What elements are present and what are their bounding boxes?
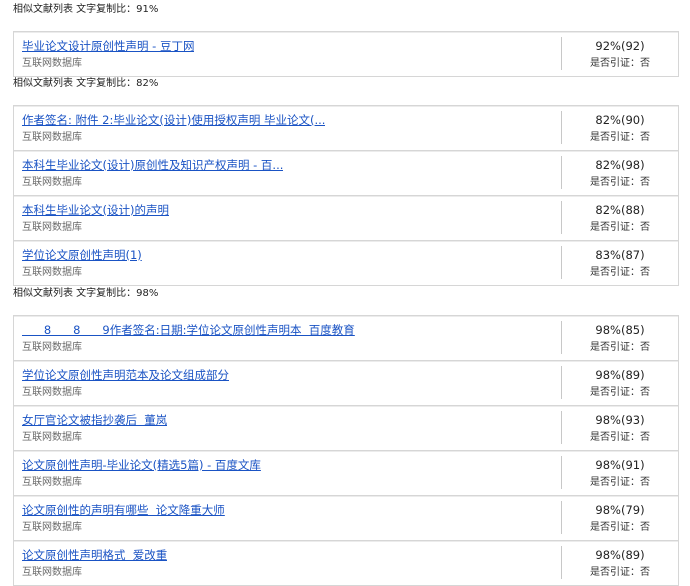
similarity-score: 82%(90): [595, 113, 645, 127]
similarity-score: 92%(92): [595, 39, 645, 53]
doc-title-link[interactable]: 论文原创性的声明有哪些 论文降重大师: [22, 502, 225, 518]
similar-docs-list: 作者签名: 附件 2:毕业论文(设计)使用授权声明 毕业论文(... 互联网数据…: [13, 105, 679, 286]
doc-source: 互联网数据库: [22, 477, 82, 488]
column-divider: [561, 501, 562, 534]
similar-docs-heading: 相似文献列表 文字复制比：82%: [13, 78, 159, 89]
citation-status: 是否引证：否: [590, 222, 650, 233]
similarity-score: 98%(79): [595, 503, 645, 517]
doc-title-link[interactable]: 毕业论文设计原创性声明 - 豆丁网: [22, 38, 194, 54]
column-divider: [561, 156, 562, 189]
column-divider: [561, 111, 562, 144]
list-item: 女厅官论文被指抄袭后 董岚 互联网数据库 98%(93) 是否引证：否: [13, 406, 679, 451]
doc-title-link[interactable]: 女厅官论文被指抄袭后 董岚: [22, 412, 167, 428]
citation-status: 是否引证：否: [590, 477, 650, 488]
doc-source: 互联网数据库: [22, 58, 82, 69]
citation-status: 是否引证：否: [590, 387, 650, 398]
doc-source: 互联网数据库: [22, 342, 82, 353]
similarity-score: 98%(91): [595, 458, 645, 472]
doc-title-link[interactable]: 论文原创性声明-毕业论文(精选5篇) - 百度文库: [22, 457, 261, 473]
column-divider: [561, 37, 562, 70]
doc-source: 互联网数据库: [22, 267, 82, 278]
citation-status: 是否引证：否: [590, 522, 650, 533]
doc-source: 互联网数据库: [22, 432, 82, 443]
citation-status: 是否引证：否: [590, 58, 650, 69]
column-divider: [561, 546, 562, 579]
citation-status: 是否引证：否: [590, 567, 650, 578]
list-item: 学位论文原创性声明(1) 互联网数据库 83%(87) 是否引证：否: [13, 241, 679, 286]
similarity-score: 82%(88): [595, 203, 645, 217]
list-item: 毕业论文设计原创性声明 - 豆丁网 互联网数据库 92%(92) 是否引证：否: [13, 32, 679, 77]
similarity-score: 82%(98): [595, 158, 645, 172]
doc-source: 互联网数据库: [22, 387, 82, 398]
column-divider: [561, 246, 562, 279]
citation-status: 是否引证：否: [590, 432, 650, 443]
similar-docs-list: 8 8 9作者签名:日期:学位论文原创性声明本 百度教育 互联网数据库 98%(…: [13, 315, 679, 586]
column-divider: [561, 366, 562, 399]
similarity-score: 98%(89): [595, 548, 645, 562]
column-divider: [561, 456, 562, 489]
similarity-score: 98%(85): [595, 323, 645, 337]
doc-title-link[interactable]: 8 8 9作者签名:日期:学位论文原创性声明本 百度教育: [22, 322, 355, 338]
list-item: 8 8 9作者签名:日期:学位论文原创性声明本 百度教育 互联网数据库 98%(…: [13, 316, 679, 361]
similarity-score: 98%(89): [595, 368, 645, 382]
citation-status: 是否引证：否: [590, 132, 650, 143]
doc-title-link[interactable]: 本科生毕业论文(设计)的声明: [22, 202, 169, 218]
similar-docs-heading: 相似文献列表 文字复制比：91%: [13, 4, 159, 15]
similarity-score: 83%(87): [595, 248, 645, 262]
column-divider: [561, 321, 562, 354]
citation-status: 是否引证：否: [590, 342, 650, 353]
doc-title-link[interactable]: 作者签名: 附件 2:毕业论文(设计)使用授权声明 毕业论文(...: [22, 112, 325, 128]
citation-status: 是否引证：否: [590, 267, 650, 278]
doc-source: 互联网数据库: [22, 222, 82, 233]
list-item: 作者签名: 附件 2:毕业论文(设计)使用授权声明 毕业论文(... 互联网数据…: [13, 106, 679, 151]
list-item: 本科生毕业论文(设计)的声明 互联网数据库 82%(88) 是否引证：否: [13, 196, 679, 241]
similar-docs-list: 毕业论文设计原创性声明 - 豆丁网 互联网数据库 92%(92) 是否引证：否: [13, 31, 679, 77]
citation-status: 是否引证：否: [590, 177, 650, 188]
doc-source: 互联网数据库: [22, 177, 82, 188]
list-item: 学位论文原创性声明范本及论文组成部分 互联网数据库 98%(89) 是否引证：否: [13, 361, 679, 406]
column-divider: [561, 201, 562, 234]
doc-title-link[interactable]: 论文原创性声明格式 爱改重: [22, 547, 167, 563]
similarity-score: 98%(93): [595, 413, 645, 427]
doc-source: 互联网数据库: [22, 132, 82, 143]
list-item: 论文原创性声明-毕业论文(精选5篇) - 百度文库 互联网数据库 98%(91)…: [13, 451, 679, 496]
list-item: 本科生毕业论文(设计)原创性及知识产权声明 - 百... 互联网数据库 82%(…: [13, 151, 679, 196]
similar-docs-heading: 相似文献列表 文字复制比：98%: [13, 288, 159, 299]
list-item: 论文原创性声明格式 爱改重 互联网数据库 98%(89) 是否引证：否: [13, 541, 679, 586]
doc-title-link[interactable]: 学位论文原创性声明范本及论文组成部分: [22, 367, 229, 383]
column-divider: [561, 411, 562, 444]
doc-source: 互联网数据库: [22, 522, 82, 533]
doc-title-link[interactable]: 本科生毕业论文(设计)原创性及知识产权声明 - 百...: [22, 157, 283, 173]
list-item: 论文原创性的声明有哪些 论文降重大师 互联网数据库 98%(79) 是否引证：否: [13, 496, 679, 541]
doc-source: 互联网数据库: [22, 567, 82, 578]
doc-title-link[interactable]: 学位论文原创性声明(1): [22, 247, 142, 263]
